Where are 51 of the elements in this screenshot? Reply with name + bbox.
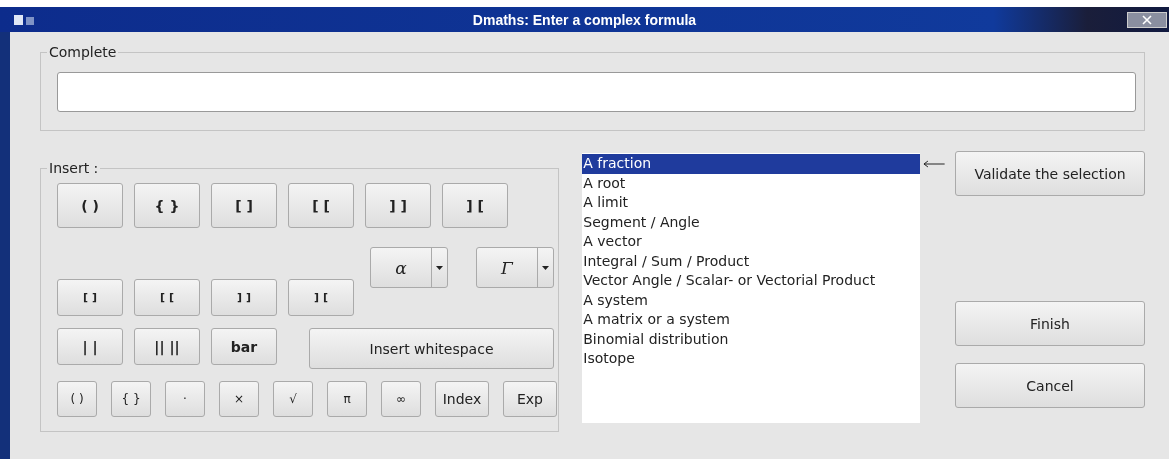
- arrow-icon: [923, 160, 945, 168]
- bracket-button[interactable]: ] ]: [365, 183, 431, 228]
- symbol-button[interactable]: ·: [165, 381, 205, 417]
- symbol-button[interactable]: √: [273, 381, 313, 417]
- group-label: Insert :: [47, 160, 101, 176]
- window-title: Dmaths: Enter a complex formula: [471, 11, 698, 28]
- list-item[interactable]: A root: [582, 173, 921, 193]
- symbol-button[interactable]: || ||: [134, 328, 200, 365]
- bracket-button[interactable]: ] [: [288, 279, 354, 316]
- dropdown-value: α: [371, 248, 432, 287]
- bracket-button[interactable]: ] ]: [211, 279, 277, 316]
- list-item[interactable]: Segment / Angle: [582, 212, 921, 232]
- bracket-button[interactable]: ] [: [442, 183, 508, 228]
- insert-whitespace-button[interactable]: Insert whitespace: [309, 328, 554, 369]
- symbol-button[interactable]: { }: [111, 381, 151, 417]
- dropdown-value: Γ: [477, 248, 538, 287]
- list-item[interactable]: A limit: [582, 193, 921, 213]
- list-item[interactable]: Vector Angle / Scalar- or Vectorial Product: [582, 271, 921, 291]
- cancel-button[interactable]: Cancel: [955, 363, 1145, 408]
- symbol-button[interactable]: π: [327, 381, 367, 417]
- formula-input-field[interactable]: [57, 72, 1136, 112]
- validate-button[interactable]: Validate the selection: [955, 151, 1145, 196]
- bracket-button[interactable]: [ [: [134, 279, 200, 316]
- list-item[interactable]: A fraction: [582, 154, 921, 174]
- symbol-button[interactable]: ∞: [381, 381, 421, 417]
- list-item[interactable]: Isotope: [582, 349, 921, 369]
- symbol-button[interactable]: Exp: [503, 381, 557, 417]
- list-item[interactable]: Integral / Sum / Product: [582, 251, 921, 271]
- close-icon: [1142, 14, 1152, 25]
- app-icon: [14, 13, 36, 26]
- list-item[interactable]: Binomial distribution: [582, 329, 921, 349]
- bracket-button[interactable]: [ ]: [211, 183, 277, 228]
- list-item[interactable]: A vector: [582, 232, 921, 252]
- symbol-dropdown[interactable]: α: [370, 247, 448, 288]
- bracket-button[interactable]: ( ): [57, 183, 123, 228]
- caret-icon: [436, 265, 443, 270]
- bracket-button[interactable]: { }: [134, 183, 200, 228]
- list-item[interactable]: A matrix or a system: [582, 310, 921, 330]
- symbol-button[interactable]: bar: [211, 328, 277, 365]
- symbol-button[interactable]: | |: [57, 328, 123, 365]
- close-button[interactable]: [1127, 11, 1167, 28]
- bracket-button[interactable]: [ [: [288, 183, 354, 228]
- group-label: Complete: [47, 44, 119, 60]
- symbol-button[interactable]: ( ): [57, 381, 97, 417]
- bracket-button[interactable]: [ ]: [57, 279, 123, 316]
- symbol-button[interactable]: ×: [219, 381, 259, 417]
- finish-button[interactable]: Finish: [955, 301, 1145, 346]
- list-item[interactable]: A system: [582, 290, 921, 310]
- symbol-button[interactable]: Index: [435, 381, 489, 417]
- caret-icon: [542, 265, 549, 270]
- symbol-dropdown[interactable]: Γ: [476, 247, 554, 288]
